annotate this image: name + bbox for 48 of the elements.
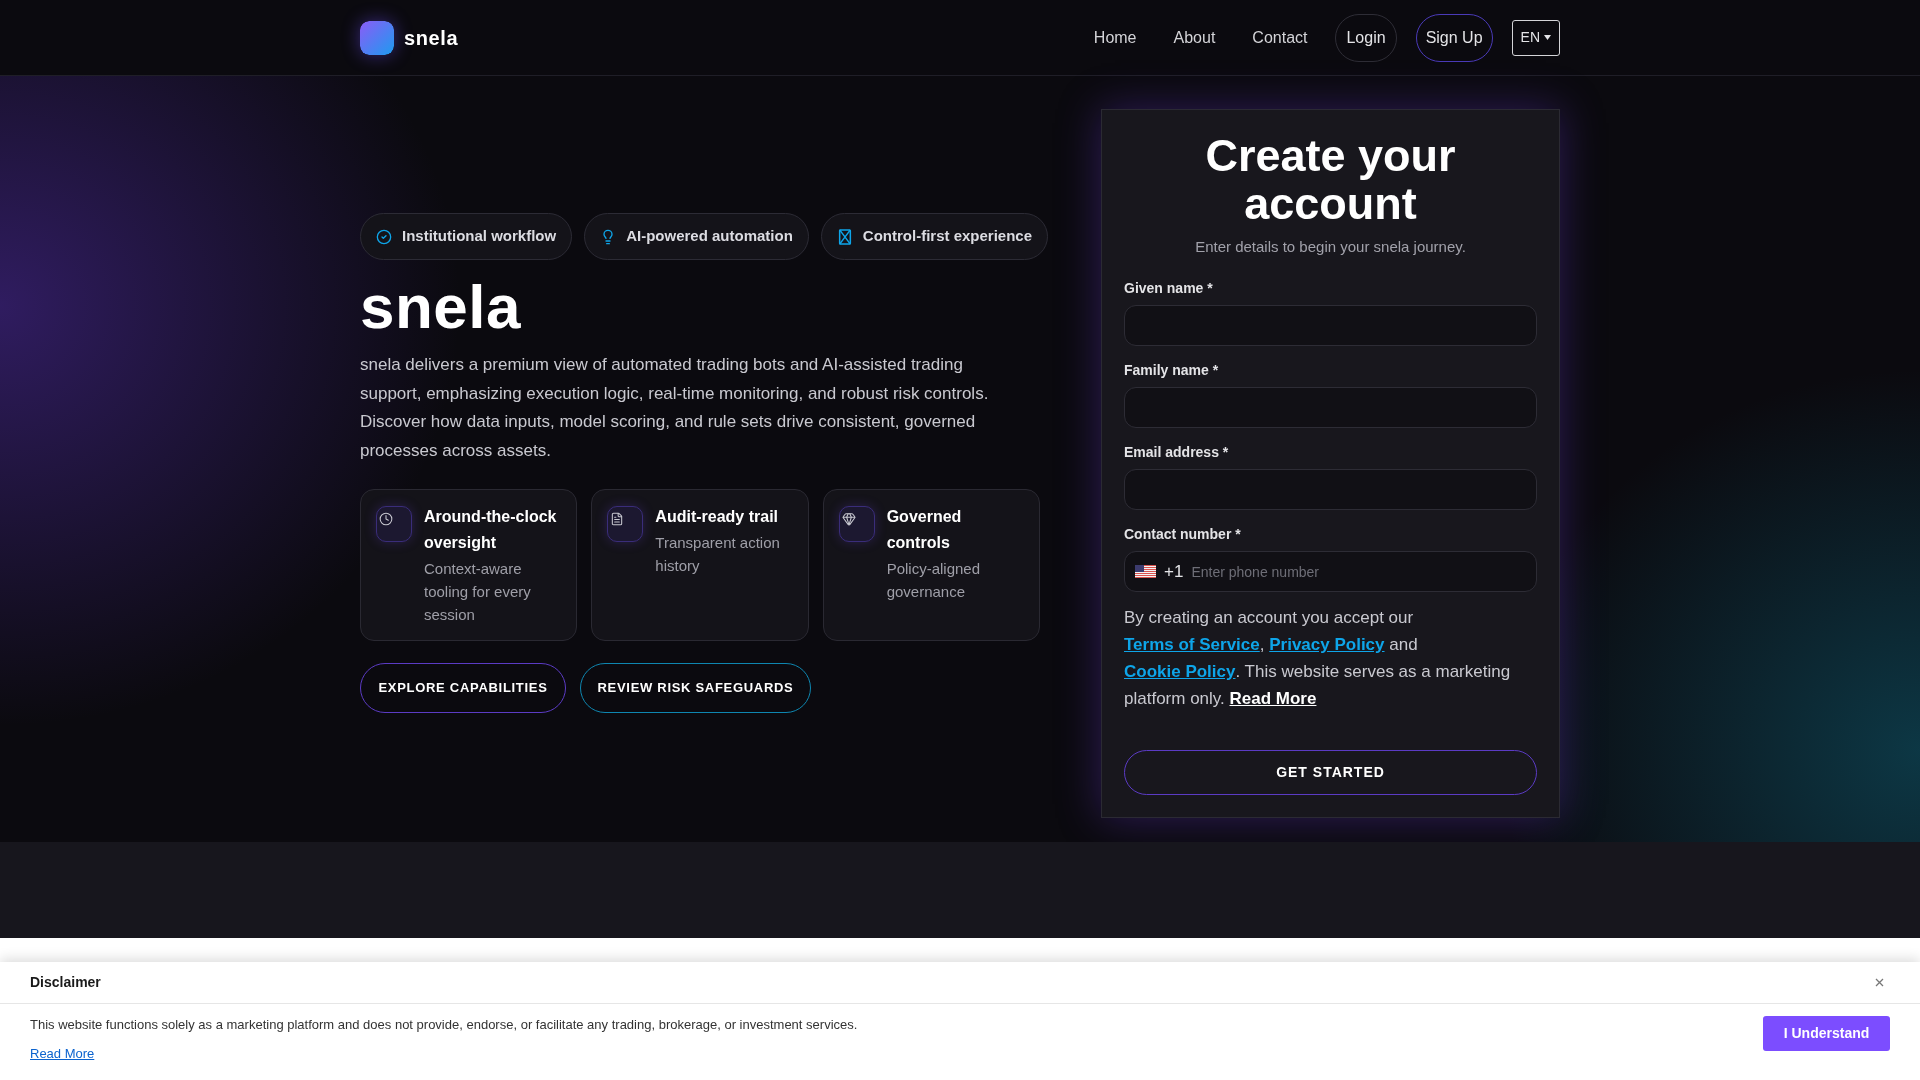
highlight-label: Control-first experience — [862, 226, 1033, 247]
document-icon — [607, 506, 644, 542]
inline-link[interactable]: Privacy Policy — [1269, 635, 1385, 654]
hero-title: snela — [360, 272, 523, 342]
country-code[interactable]: +1 — [1164, 558, 1184, 585]
feature-title: Governed controls — [886, 507, 963, 553]
highlight-label: Institutional workflow — [402, 226, 557, 247]
nav-link[interactable]: Home — [1084, 25, 1146, 50]
feature-title: Audit-ready trail — [655, 507, 779, 527]
feature-description: Transparent action history — [655, 533, 781, 576]
nav-link[interactable]: Contact — [1243, 25, 1317, 50]
feature-description: Policy-aligned governance — [886, 559, 982, 602]
phone-number-input[interactable]: Enter phone number — [1191, 552, 1536, 591]
field-label: Family name * — [1124, 361, 1220, 380]
phone-field[interactable]: +1 Enter phone number — [1124, 551, 1537, 592]
close-icon[interactable] — [1875, 978, 1884, 987]
crossed-box-icon — [836, 228, 853, 245]
inline-link[interactable]: Cookie Policy — [1124, 662, 1236, 681]
clock-icon — [376, 506, 412, 542]
language-selector[interactable]: EN — [1511, 19, 1560, 56]
highlight-label: AI-powered automation — [626, 226, 793, 247]
field-label: Contact number * — [1124, 525, 1242, 544]
caret-icon — [1544, 35, 1551, 40]
explore-button[interactable]: EXPLORE CAPABILITIES — [360, 663, 566, 713]
text-input-field[interactable] — [1124, 305, 1537, 346]
inline-link[interactable]: Terms of Service — [1124, 635, 1260, 654]
hero-description: snela delivers a premium view of automated trading bots and AI-assisted trading support, emphasizing execution logic, real-time monitoring, and robust risk controls. Discover how data inputs, model scoring, and rule sets drive consistent, governed processes across assets. — [360, 354, 990, 462]
flag-icon[interactable] — [1135, 565, 1156, 578]
read-more-link[interactable]: Read More — [1229, 689, 1317, 708]
disclaimer-text: This website functions solely as a marketing platform and does not provide, endorse, or facilitate any trading, brokerage, or investment services. — [30, 1016, 858, 1034]
text-input-field[interactable] — [1124, 387, 1537, 428]
disclaimer-title: Disclaimer — [30, 973, 101, 992]
logo-icon[interactable] — [360, 20, 394, 55]
text-input-field[interactable] — [1124, 469, 1537, 510]
feature-title: Around-the-clock oversight — [424, 507, 558, 553]
form-subtitle: Enter details to begin your snela journey. — [1194, 237, 1467, 257]
form-title: Create your account — [1204, 132, 1457, 228]
field-label: Given name * — [1124, 279, 1214, 298]
feature-description: Context-aware tooling for every session — [424, 559, 532, 625]
read-more-link[interactable]: Read More — [30, 1045, 95, 1063]
review-button[interactable]: REVIEW RISK SAFEGUARDS — [580, 663, 811, 713]
consent-text: By creating an account you accept our Terms of Service, Privacy Policy and Cookie Policy. This website serves as a marketing platform only. Read More — [1124, 607, 1512, 710]
field-label: Email address * — [1124, 443, 1230, 462]
understand-button[interactable]: I Understand — [1763, 1016, 1890, 1051]
nav-link[interactable]: About — [1164, 25, 1225, 50]
check-circle-icon — [376, 228, 392, 245]
gem-icon — [838, 506, 875, 542]
brand-name[interactable]: snela — [404, 22, 459, 53]
